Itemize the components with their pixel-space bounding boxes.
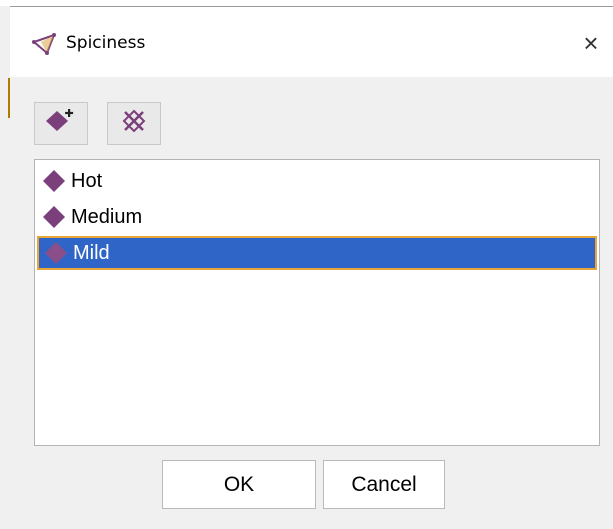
remove-item-button[interactable]	[107, 102, 161, 145]
list-item-label: Hot	[71, 169, 103, 192]
add-diamond-icon	[44, 108, 78, 139]
list-item-medium[interactable]: Medium	[37, 200, 597, 234]
title-bar: Spiciness ×	[10, 7, 613, 77]
spiciness-dialog: Spiciness × Hot Medium Mild OK Cancel	[10, 7, 613, 529]
ok-button[interactable]: OK	[162, 460, 316, 509]
diamond-icon	[37, 200, 71, 234]
spiciness-list[interactable]: Hot Medium Mild	[34, 159, 600, 446]
list-item-label: Medium	[71, 205, 143, 228]
remove-diamond-icon	[119, 106, 149, 141]
list-item-label: Mild	[73, 241, 110, 264]
cancel-button[interactable]: Cancel	[323, 460, 445, 509]
list-item-hot[interactable]: Hot	[37, 164, 597, 198]
triangle-app-icon	[32, 33, 58, 55]
dialog-title: Spiciness	[66, 33, 146, 53]
diamond-icon	[37, 164, 71, 198]
list-item-mild[interactable]: Mild	[37, 236, 597, 270]
diamond-icon	[39, 236, 73, 270]
close-button[interactable]: ×	[569, 21, 613, 65]
add-item-button[interactable]	[34, 102, 88, 145]
close-icon: ×	[583, 27, 599, 58]
window-edge-top	[0, 0, 613, 7]
